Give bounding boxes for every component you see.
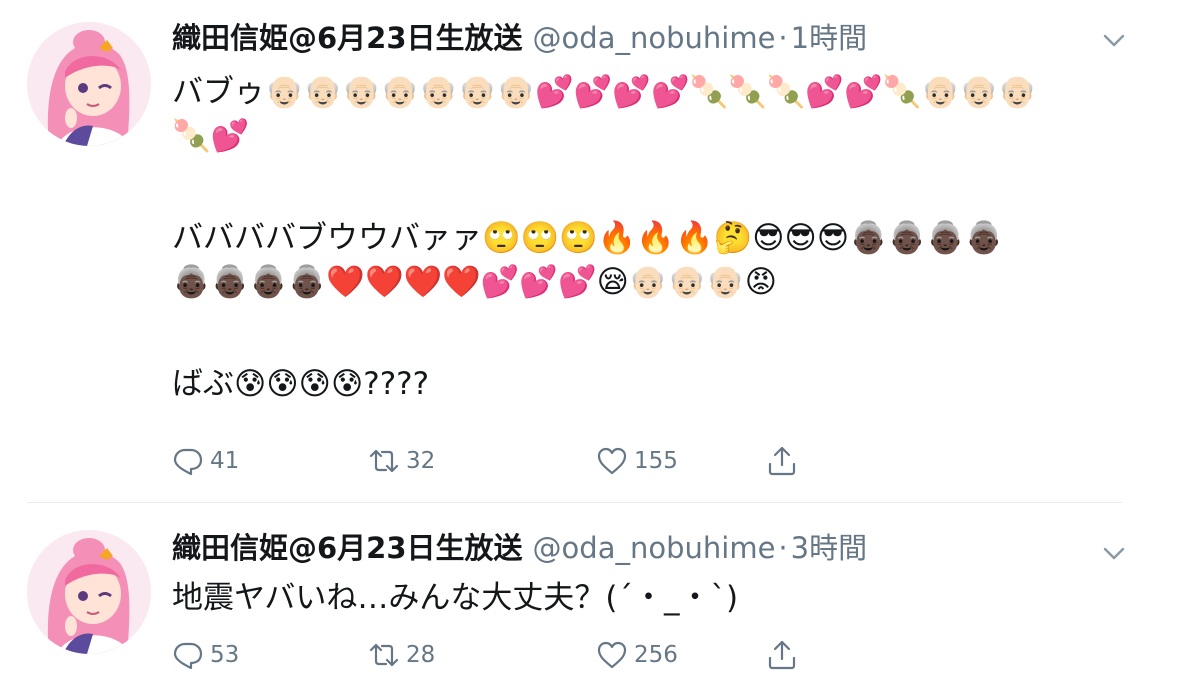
reply-count: 41 bbox=[210, 448, 240, 474]
tweet-text-line: 👵🏿👵🏿👵🏿👵🏿❤️❤️❤️❤️💕💕💕😪👴🏻👴🏻👴🏻😡 bbox=[172, 264, 778, 300]
tweet-text-line: ばぶ😰😰😰😰???? bbox=[172, 366, 430, 402]
user-handle[interactable]: @oda_nobuhime bbox=[533, 21, 776, 55]
chevron-down-icon[interactable] bbox=[1101, 27, 1127, 53]
like-button[interactable]: 256 bbox=[596, 638, 678, 672]
like-count: 256 bbox=[634, 642, 678, 668]
tweet-divider bbox=[27, 502, 1122, 503]
tweet-header: 織田信姫@6月23日生放送 @oda_nobuhime · 3時間 bbox=[172, 528, 867, 568]
tweet-text-line: ババババブウウバァァ🙄🙄🙄🔥🔥🔥🤔😎😎😎👵🏿👵🏿👵🏿👵🏿 bbox=[172, 220, 1004, 256]
like-count: 155 bbox=[634, 448, 678, 474]
display-name[interactable]: 織田信姫@6月23日生放送 bbox=[172, 531, 523, 565]
reply-count: 53 bbox=[210, 642, 240, 668]
retweet-button[interactable]: 32 bbox=[368, 444, 435, 478]
tweet-header: 織田信姫@6月23日生放送 @oda_nobuhime · 1時間 bbox=[172, 18, 867, 58]
reply-button[interactable]: 41 bbox=[172, 444, 239, 478]
tweet[interactable]: 織田信姫@6月23日生放送 @oda_nobuhime · 1時間 バブゥ👴🏻👴🏻👴🏻… bbox=[0, 0, 1197, 500]
user-handle[interactable]: @oda_nobuhime bbox=[533, 531, 776, 565]
tweet-text: 地震ヤバいね…みんな大丈夫？(´・_・`) bbox=[172, 576, 1112, 620]
separator-dot: · bbox=[778, 21, 788, 55]
display-name[interactable]: 織田信姫@6月23日生放送 bbox=[172, 21, 523, 55]
like-button[interactable]: 155 bbox=[596, 444, 678, 478]
tweet-actions: 53 28 256 bbox=[172, 638, 812, 672]
reply-button[interactable]: 53 bbox=[172, 638, 239, 672]
reply-icon bbox=[173, 448, 203, 476]
retweet-count: 28 bbox=[406, 642, 436, 668]
share-icon bbox=[768, 446, 796, 476]
retweet-icon bbox=[369, 643, 399, 667]
tweet-text: バブゥ👴🏻👴🏻👴🏻👴🏻👴🏻👴🏻👴🏻💕💕💕💕🍡🍡🍡💕💕🍡👴🏻👴🏻👴🏻 🍡💕 バババ… bbox=[172, 70, 1112, 406]
avatar-image bbox=[27, 530, 151, 654]
share-button[interactable] bbox=[766, 638, 798, 672]
tweet-text-line: 🍡💕 bbox=[172, 118, 250, 154]
share-button[interactable] bbox=[766, 444, 798, 478]
heart-icon bbox=[597, 641, 627, 669]
tweet-text-line: 地震ヤバいね…みんな大丈夫？(´・_・`) bbox=[172, 580, 739, 616]
separator-dot: · bbox=[778, 531, 788, 565]
retweet-count: 32 bbox=[406, 448, 436, 474]
share-icon bbox=[768, 640, 796, 670]
avatar-image bbox=[27, 22, 151, 146]
timestamp[interactable]: 1時間 bbox=[791, 21, 867, 55]
avatar[interactable] bbox=[27, 22, 151, 146]
retweet-icon bbox=[369, 449, 399, 473]
retweet-button[interactable]: 28 bbox=[368, 638, 435, 672]
chevron-down-icon[interactable] bbox=[1101, 540, 1127, 566]
timestamp[interactable]: 3時間 bbox=[791, 531, 867, 565]
tweet-actions: 41 32 155 bbox=[172, 444, 812, 478]
reply-icon bbox=[173, 642, 203, 670]
timeline: 織田信姫@6月23日生放送 @oda_nobuhime · 1時間 バブゥ👴🏻👴🏻👴🏻… bbox=[0, 0, 1197, 682]
tweet-text-line: バブゥ👴🏻👴🏻👴🏻👴🏻👴🏻👴🏻👴🏻💕💕💕💕🍡🍡🍡💕💕🍡👴🏻👴🏻👴🏻 bbox=[172, 74, 1037, 110]
avatar[interactable] bbox=[27, 530, 151, 654]
tweet[interactable]: 織田信姫@6月23日生放送 @oda_nobuhime · 3時間 地震ヤバいね…みん… bbox=[0, 506, 1197, 682]
heart-icon bbox=[597, 447, 627, 475]
